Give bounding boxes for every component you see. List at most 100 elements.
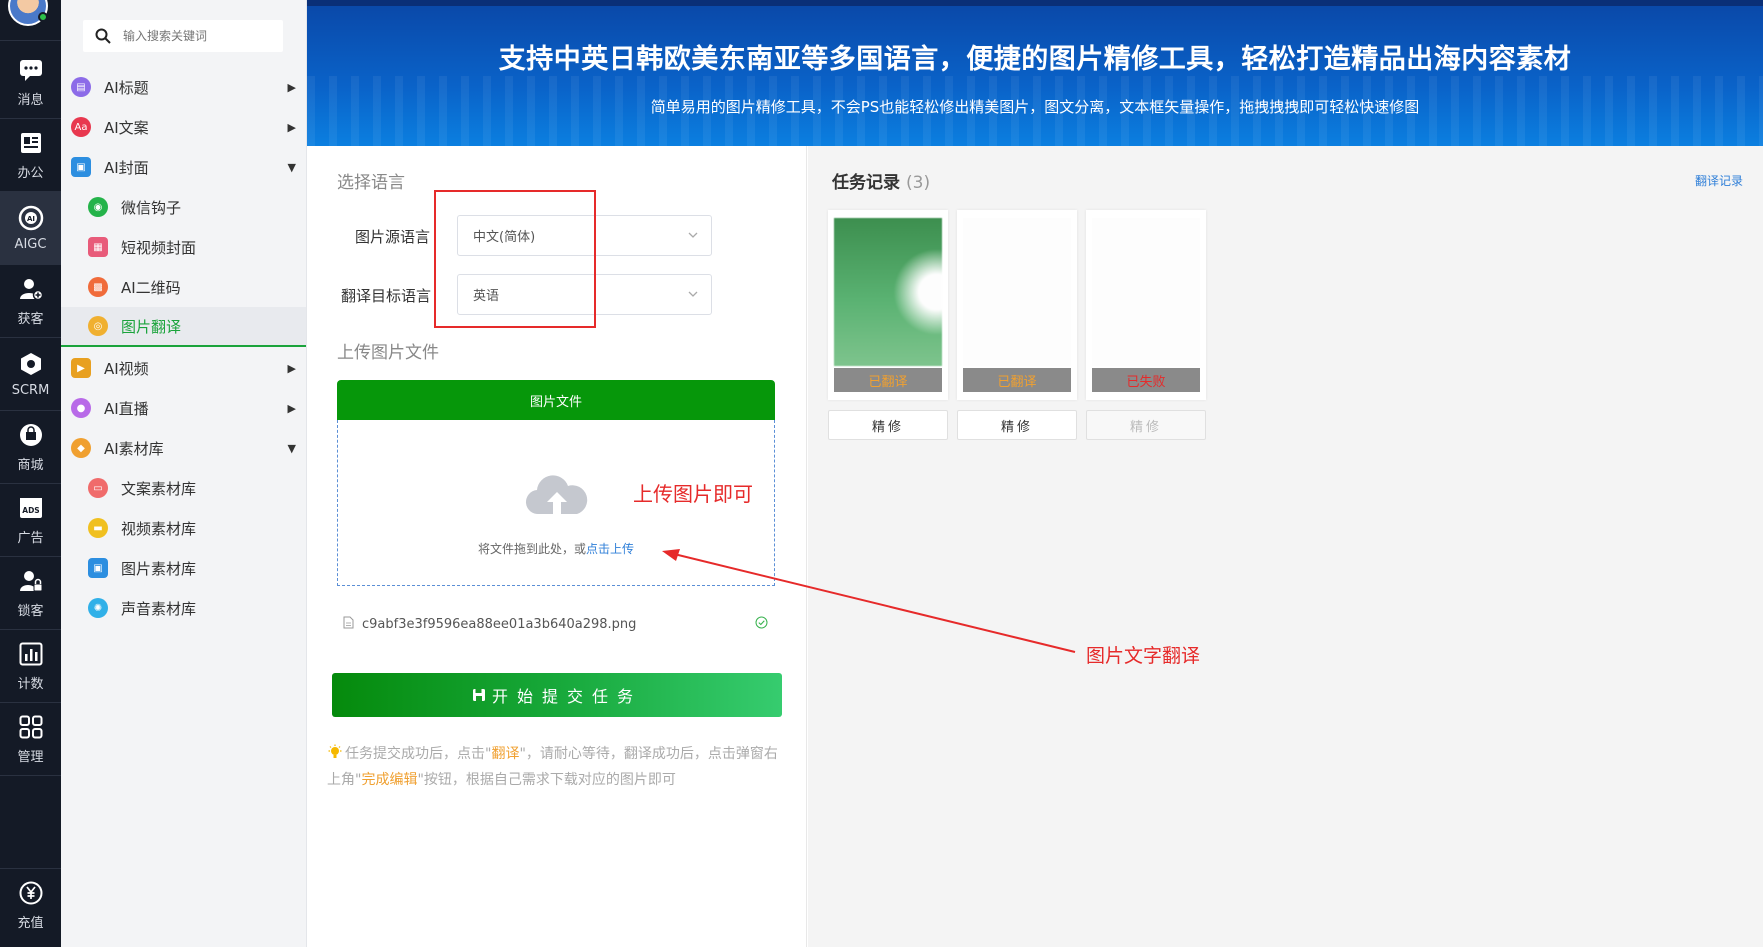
grid-icon xyxy=(18,714,44,740)
bulb-icon xyxy=(327,744,345,768)
usage-tip: 任务提交成功后，点击"翻译"，请耐心等待，翻译成功后，点击弹窗右上角"完成编辑"… xyxy=(327,744,778,788)
rail-label: 管理 xyxy=(17,749,44,765)
caret-right-icon: ▶ xyxy=(287,120,296,134)
rail-item-count[interactable]: 计数 xyxy=(0,630,61,702)
wechat-icon: ◉ xyxy=(88,197,108,217)
qrcode-icon: ▩ xyxy=(88,277,108,297)
ai-icon: AI xyxy=(18,205,44,231)
uploaded-file-item[interactable]: c9abf3e3f9596ea88ee01a3b640a298.png xyxy=(343,614,768,634)
menu-wechat-hook[interactable]: ◉ 微信钩子 xyxy=(61,187,306,227)
rail-item-aigc[interactable]: AI AIGC xyxy=(0,192,61,264)
app-root: 消息 办公 AI AIGC 获客 SCRM 商城 ADS 广告 锁客 计数 管理… xyxy=(0,0,1763,947)
section-title-upload: 上传图片文件 xyxy=(337,343,439,363)
translate-annotation: 图片文字翻译 xyxy=(1086,645,1201,667)
menu-video-library[interactable]: ▬ 视频素材库 xyxy=(61,508,306,548)
icon-rail: 消息 办公 AI AIGC 获客 SCRM 商城 ADS 广告 锁客 计数 管理… xyxy=(0,0,61,947)
scrm-icon xyxy=(18,351,44,377)
search-input[interactable] xyxy=(123,29,273,43)
menu-label: 图片素材库 xyxy=(121,559,197,578)
refine-button-disabled: 精修 xyxy=(1086,410,1206,440)
rail-item-message[interactable]: 消息 xyxy=(0,46,61,118)
upload-header: 图片文件 xyxy=(337,380,775,420)
source-language-label: 图片源语言 xyxy=(355,228,431,246)
rail-label: 获客 xyxy=(17,311,44,327)
user-add-icon xyxy=(18,276,44,302)
menu-copy-library[interactable]: ▭ 文案素材库 xyxy=(61,468,306,508)
chevron-down-icon xyxy=(687,288,699,304)
search-icon xyxy=(83,28,123,44)
highlight-box xyxy=(434,190,596,328)
menu-ai-library[interactable]: ◆ AI素材库 ▼ xyxy=(61,428,306,468)
menu-ai-cover[interactable]: ▣ AI封面 ▼ xyxy=(61,147,306,187)
save-icon xyxy=(472,688,486,702)
video-icon: ▶ xyxy=(71,358,91,378)
menu-label: AI文案 xyxy=(104,118,149,137)
shop-icon xyxy=(18,422,44,448)
section-title-language: 选择语言 xyxy=(337,173,405,193)
rail-item-acquire[interactable]: 获客 xyxy=(0,265,61,337)
menu-label: AI封面 xyxy=(104,158,149,177)
library-icon: ◆ xyxy=(71,438,91,458)
menu-ai-video[interactable]: ▶ AI视频 ▶ xyxy=(61,348,306,388)
menu-ai-copy[interactable]: Aa AI文案 ▶ xyxy=(61,107,306,147)
task-records-title: 任务记录 (3) xyxy=(832,173,931,193)
user-lock-icon xyxy=(18,568,44,594)
file-name: c9abf3e3f9596ea88ee01a3b640a298.png xyxy=(362,616,637,632)
task-status: 已失败 xyxy=(1092,368,1200,392)
rail-item-shop[interactable]: 商城 xyxy=(0,411,61,483)
rail-item-manage[interactable]: 管理 xyxy=(0,703,61,775)
upload-hint: 将文件拖到此处，或点击上传 xyxy=(477,542,635,556)
rail-item-lock[interactable]: 锁客 xyxy=(0,557,61,629)
hero-banner: 支持中英日韩欧美东南亚等多国语言，便捷的图片精修工具，轻松打造精品出海内容素材 … xyxy=(307,0,1763,146)
menu-audio-library[interactable]: ✺ 声音素材库 xyxy=(61,588,306,628)
refine-button[interactable]: 精修 xyxy=(957,410,1077,440)
rail-label: 充值 xyxy=(17,915,44,931)
menu-ai-title[interactable]: ▤ AI标题 ▶ xyxy=(61,67,306,107)
task-thumbnail xyxy=(834,218,942,366)
copy-library-icon: ▭ xyxy=(88,478,108,498)
svg-text:AI: AI xyxy=(26,215,34,223)
rail-item-recharge[interactable]: 充值 xyxy=(0,869,61,941)
rail-label: 计数 xyxy=(17,676,44,692)
rail-label: 广告 xyxy=(17,530,44,546)
menu-label: 图片翻译 xyxy=(121,317,182,336)
cover-icon: ▣ xyxy=(71,157,91,177)
caret-down-icon: ▼ xyxy=(287,160,296,174)
menu-short-video-cover[interactable]: ▦ 短视频封面 xyxy=(61,227,306,267)
click-upload-link[interactable]: 点击上传 xyxy=(586,542,634,556)
menu-ai-qrcode[interactable]: ▩ AI二维码 xyxy=(61,267,306,307)
translation-log-link[interactable]: 翻译记录 xyxy=(1695,172,1743,189)
menu-label: 文案素材库 xyxy=(121,479,197,498)
menu-label: 声音素材库 xyxy=(121,599,197,618)
menu-ai-live[interactable]: ● AI直播 ▶ xyxy=(61,388,306,428)
online-status-dot xyxy=(38,12,48,22)
rail-item-ads[interactable]: ADS 广告 xyxy=(0,484,61,556)
task-card[interactable]: 已翻译 xyxy=(957,210,1077,400)
rail-label: 锁客 xyxy=(17,603,44,619)
rail-item-scrm[interactable]: SCRM xyxy=(0,338,61,410)
banner-title: 支持中英日韩欧美东南亚等多国语言，便捷的图片精修工具，轻松打造精品出海内容素材 xyxy=(498,44,1572,75)
submit-label: 开始提交任务 xyxy=(491,689,642,706)
chevron-down-icon xyxy=(687,229,699,245)
chart-icon xyxy=(18,641,44,667)
upload-annotation: 上传图片即可 xyxy=(633,482,753,506)
menu-image-translate[interactable]: ◎ 图片翻译 xyxy=(61,307,306,347)
translate-icon: ◎ xyxy=(88,316,108,336)
submit-task-button[interactable]: 开始提交任务 xyxy=(332,673,782,717)
rail-label: 消息 xyxy=(17,92,44,108)
menu-image-library[interactable]: ▣ 图片素材库 xyxy=(61,548,306,588)
task-card[interactable]: 已失败 xyxy=(1086,210,1206,400)
task-card[interactable]: 已翻译 xyxy=(828,210,948,400)
yuan-icon xyxy=(18,880,44,906)
task-status: 已翻译 xyxy=(963,368,1071,392)
video-library-icon: ▬ xyxy=(88,518,108,538)
menu-label: 短视频封面 xyxy=(121,238,197,257)
rail-label: 商城 xyxy=(17,457,44,473)
caret-down-icon: ▼ xyxy=(287,441,296,455)
rail-label: SCRM xyxy=(11,382,50,398)
banner-subtitle: 简单易用的图片精修工具，不会PS也能轻松修出精美图片，图文分离，文本框矢量操作，… xyxy=(650,98,1420,116)
menu-label: 视频素材库 xyxy=(121,519,197,538)
rail-item-office[interactable]: 办公 xyxy=(0,119,61,191)
refine-button[interactable]: 精修 xyxy=(828,410,948,440)
search-box[interactable] xyxy=(83,20,283,52)
